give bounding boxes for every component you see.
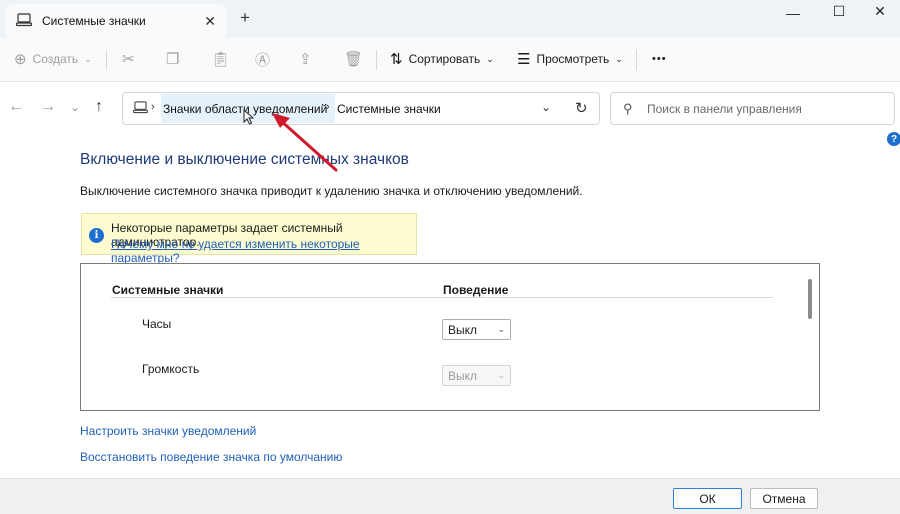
- new-tab-icon[interactable]: +: [240, 8, 250, 28]
- close-window-icon[interactable]: ✕: [857, 0, 900, 22]
- tab-title: Системные значки: [42, 14, 146, 28]
- dialog-footer: ОК Отмена: [0, 478, 900, 514]
- toolbar: ⊕ Создать ⌄ ✂ ❐ 📋︎ Ⓐ ⇪ 🗑︎ ⇅ Сортировать …: [0, 38, 900, 82]
- more-options-button[interactable]: •••: [652, 48, 667, 70]
- restore-default-behavior-link[interactable]: Восстановить поведение значка по умолчан…: [80, 450, 342, 464]
- annotation-arrow-icon: [272, 113, 338, 172]
- scissors-icon: ✂: [122, 51, 135, 68]
- system-icons-panel: Системные значки Поведение Часы Выкл ⌄ Г…: [80, 263, 820, 411]
- customize-notification-icons-link[interactable]: Настроить значки уведомлений: [80, 424, 256, 438]
- title-bar: Системные значки ✕ + — ☐ ✕: [0, 0, 900, 38]
- copy-icon: ❐: [166, 51, 180, 68]
- info-icon: i: [89, 228, 104, 243]
- back-arrow-icon[interactable]: ←: [8, 98, 24, 116]
- chevron-down-icon: ⌄: [84, 53, 92, 64]
- sort-icon: ⇅: [390, 51, 403, 68]
- mouse-cursor-icon: [243, 109, 255, 125]
- scrollbar-thumb[interactable]: [808, 279, 812, 319]
- minimize-icon[interactable]: —: [770, 2, 816, 24]
- more-icon: •••: [652, 53, 667, 65]
- cancel-button[interactable]: Отмена: [750, 488, 818, 509]
- forward-arrow-icon[interactable]: →: [40, 98, 56, 116]
- clipboard-icon: 📋︎: [211, 51, 231, 68]
- breadcrumb-system-icons[interactable]: Системные значки: [337, 102, 441, 116]
- ok-button[interactable]: ОК: [673, 488, 742, 509]
- computer-icon: [132, 101, 149, 117]
- chevron-right-icon[interactable]: ›: [151, 101, 155, 113]
- copy-button[interactable]: ❐: [166, 48, 185, 70]
- chevron-down-icon: ⌄: [497, 324, 505, 334]
- delete-button[interactable]: 🗑︎: [344, 48, 369, 70]
- share-button[interactable]: ⇪: [299, 48, 318, 70]
- plus-circle-icon: ⊕: [14, 51, 27, 68]
- column-header-system-icons: Системные значки: [112, 283, 224, 297]
- address-bar[interactable]: › Значки области уведомлений › Системные…: [122, 92, 600, 125]
- toolbar-divider: [376, 50, 377, 70]
- rename-button[interactable]: Ⓐ: [255, 48, 276, 70]
- sort-button[interactable]: ⇅ Сортировать ⌄: [390, 48, 494, 70]
- view-button[interactable]: ☰ Просмотреть ⌄: [517, 48, 623, 70]
- header-divider: [111, 297, 773, 298]
- computer-icon: [15, 12, 33, 30]
- navigation-row: ← → ⌄ ↑ › Значки области уведомлений › С…: [0, 82, 900, 132]
- chevron-down-icon: ⌄: [615, 53, 623, 64]
- trash-icon: 🗑︎: [344, 51, 364, 68]
- help-icon[interactable]: ?: [887, 132, 900, 146]
- create-button[interactable]: ⊕ Создать ⌄: [14, 48, 92, 70]
- window-tab[interactable]: Системные значки ✕: [6, 4, 226, 38]
- chevron-down-icon: ⌄: [497, 370, 505, 380]
- rename-icon: Ⓐ: [255, 51, 271, 69]
- toolbar-divider: [636, 50, 637, 70]
- page-description: Выключение системного значка приводит к …: [80, 184, 583, 198]
- share-icon: ⇪: [299, 51, 312, 68]
- toolbar-divider: [106, 50, 107, 70]
- why-cant-change-link[interactable]: Почему мне не удается изменить некоторые…: [111, 237, 416, 265]
- admin-info-banner: i Некоторые параметры задает системный а…: [81, 213, 417, 265]
- close-tab-icon[interactable]: ✕: [204, 13, 216, 30]
- chevron-down-icon[interactable]: ⌄: [541, 100, 551, 114]
- paste-button[interactable]: 📋︎: [211, 48, 236, 70]
- volume-behavior-select[interactable]: Выкл ⌄: [442, 365, 511, 386]
- row-label-clock: Часы: [142, 317, 172, 331]
- search-input[interactable]: [647, 99, 887, 119]
- search-icon: ⚲: [623, 101, 633, 116]
- recent-locations-icon[interactable]: ⌄: [70, 100, 80, 114]
- row-label-volume: Громкость: [142, 362, 200, 376]
- up-arrow-icon[interactable]: ↑: [95, 98, 103, 116]
- cut-button[interactable]: ✂: [122, 48, 141, 70]
- refresh-icon[interactable]: ↻: [575, 99, 588, 117]
- column-header-behavior: Поведение: [443, 283, 509, 297]
- clock-behavior-select[interactable]: Выкл ⌄: [442, 319, 511, 340]
- search-box[interactable]: ⚲: [610, 92, 895, 125]
- maximize-icon[interactable]: ☐: [816, 0, 862, 22]
- view-list-icon: ☰: [517, 51, 531, 68]
- chevron-down-icon: ⌄: [486, 53, 494, 64]
